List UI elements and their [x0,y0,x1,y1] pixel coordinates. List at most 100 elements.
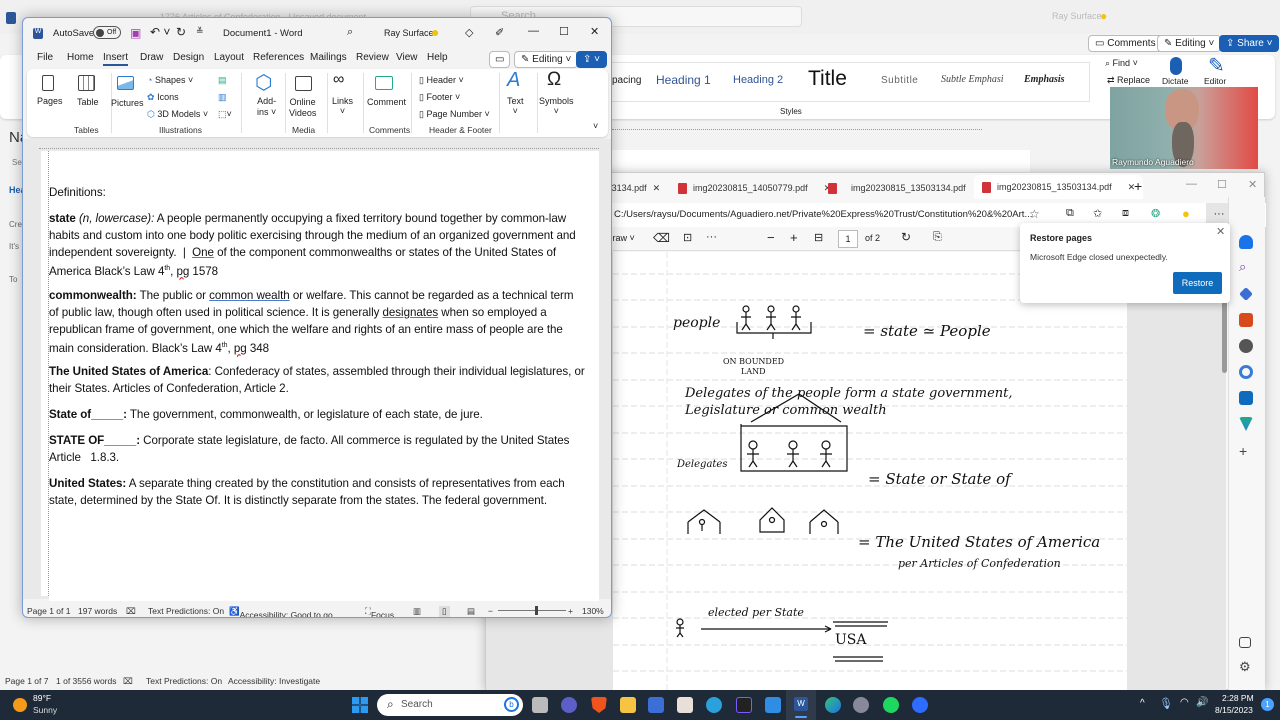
text-predictions[interactable]: Text Predictions: On [148,606,224,616]
shopping-tag-icon[interactable] [1239,287,1253,301]
comments-icon-button[interactable]: ▭ [489,51,511,68]
settings-gear-icon[interactable]: ⚙ [1239,660,1253,675]
accessibility-status[interactable]: ♿ Accessibility: Good to go [229,606,333,617]
search-icon[interactable]: ⌕ [347,26,353,39]
zoom-out-button[interactable]: − [488,606,493,616]
menu-view[interactable]: View [396,52,418,63]
microphone-icon[interactable] [1170,57,1182,75]
drop-icon[interactable] [1239,417,1253,431]
webex-icon[interactable] [736,697,752,713]
editing-mode-button[interactable]: ✎ Editing ˅ [514,51,579,68]
proofing-icon[interactable]: ⌧ [126,606,136,617]
search-icon[interactable]: ⌕ [1239,260,1253,275]
clock-time[interactable]: 2:28 PM [1222,693,1254,703]
settings-icon[interactable] [853,697,869,713]
notification-badge[interactable]: 1 [1261,698,1274,711]
header-button[interactable]: ▯ Header ˅ [419,75,464,86]
style-emphasis[interactable]: Emphasis [1024,74,1065,85]
collections-icon[interactable]: ⧈ [1122,207,1129,220]
restore-button[interactable]: Restore [1173,272,1222,294]
tools-icon[interactable] [1239,313,1253,327]
3d-models-button[interactable]: ⬡ 3D Models ˅ [147,109,208,120]
word-count[interactable]: 197 words [78,606,117,616]
links-button[interactable]: Links ˅ [332,96,353,116]
read-mode-icon[interactable]: ▥ [413,606,421,617]
wifi-icon[interactable]: ◠ [1180,697,1189,708]
show-hidden-icons[interactable]: ^ [1140,698,1145,709]
zoom-slider-thumb[interactable] [534,606,538,615]
addins-button[interactable]: Add-ins ˅ [257,96,276,118]
page-number-input[interactable]: 1 [838,230,858,248]
dictate-button[interactable]: Dictate [1162,76,1188,86]
style-title[interactable]: Title [808,67,847,91]
autosave-toggle[interactable]: Off [93,26,121,39]
favorite-star-icon[interactable]: ☆ [1029,207,1040,221]
tab-3[interactable]: img20230815_13503134.pdf✕ [828,179,991,197]
horizontal-ruler[interactable] [39,141,599,149]
zoom-app-icon[interactable] [912,697,928,713]
text-button[interactable]: Text ˅ [507,96,524,116]
editor-icon[interactable]: ✎ [1208,53,1225,78]
duck-avatar-icon[interactable]: ● [431,24,439,40]
style-subtitle[interactable]: Subtitle [881,75,918,86]
premium-diamond-icon[interactable]: ◇ [465,26,473,39]
rotate-icon[interactable]: ↻ [901,230,911,244]
undo-icon[interactable]: ↶ ˅ [150,25,170,39]
photos-app-icon[interactable] [765,697,781,713]
collapse-ribbon-icon[interactable]: ˅ [593,121,598,131]
minimize-button[interactable]: — [1186,178,1197,190]
zoom-level[interactable]: 130% [582,606,604,616]
extension-icon[interactable]: ❂ [1151,207,1160,220]
customize-toolbar-icon[interactable]: ≚ [196,26,204,37]
menu-review[interactable]: Review [356,52,389,63]
start-button[interactable] [352,697,368,713]
hide-sidebar-icon[interactable] [1239,637,1251,648]
share-button[interactable]: ⇪ ˅ [576,51,607,68]
microphone-icon[interactable]: 🎙 [1159,697,1173,710]
redo-icon[interactable]: ↻ [176,25,186,39]
menu-help[interactable]: Help [427,52,448,63]
share-button[interactable]: ⇪ Share ˅ [1219,35,1280,52]
style-subtle-emphasis[interactable]: Subtle Emphasi [941,74,1004,85]
taskbar-search[interactable]: ⌕ Search b [377,694,523,716]
style-spacing[interactable]: pacing [612,75,641,86]
online-videos-button[interactable]: Online Videos [289,97,316,119]
outlook-icon[interactable] [1239,391,1253,405]
brave-icon[interactable] [591,697,607,713]
menu-draw[interactable]: Draw [140,52,163,63]
tab-2[interactable]: img20230815_14050779.pdf✕ [678,179,831,197]
chart-icon[interactable]: ▥ [218,92,227,103]
menu-design[interactable]: Design [173,52,204,63]
pictures-button[interactable]: Pictures [111,98,144,108]
close-button[interactable]: ✕ [590,25,599,38]
editing-button[interactable]: ✎ Editing ˅ [1157,35,1222,52]
comment-button[interactable]: Comment [367,97,406,107]
microsoft365-icon[interactable] [1239,365,1253,379]
find-button[interactable]: ⌕ Find ˅ [1105,58,1138,69]
spotify-icon[interactable] [883,697,899,713]
menu-insert[interactable]: Insert [103,52,129,66]
more-tools-icon[interactable]: ··· [706,231,717,243]
web-layout-icon[interactable]: ▤ [467,606,475,617]
close-button[interactable]: ✕ [1248,178,1257,191]
minimize-button[interactable]: — [528,25,539,37]
comments-button[interactable]: ▭ Comments [1088,35,1163,52]
edge-icon[interactable] [825,697,841,713]
user-name[interactable]: Ray Surface [384,28,434,38]
footer-button[interactable]: ▯ Footer ˅ [419,92,460,103]
erase-icon[interactable]: ⌫ [653,231,670,245]
style-heading-1[interactable]: Heading 1 [656,73,711,87]
volume-icon[interactable]: 🔊 [1196,697,1208,708]
designer-pen-icon[interactable]: ✐ [495,26,504,39]
games-icon[interactable] [1239,339,1253,353]
zoom-out-button[interactable]: − [767,230,775,245]
smartart-icon[interactable]: ▤ [218,75,227,86]
screenshot-icon[interactable]: ⬚˅ [218,109,232,120]
favorites-icon[interactable]: ✩ [1093,207,1102,220]
text-predictions[interactable]: Text Predictions: On [146,676,222,686]
tab-4-active[interactable]: img20230815_13503134.pdf ✕ [974,175,1144,199]
notifications-bell-icon[interactable] [1239,235,1253,249]
pages-button[interactable]: Pages [37,96,63,106]
fit-page-icon[interactable]: ⊟ [814,231,823,244]
zoom-in-button[interactable]: + [568,606,573,616]
